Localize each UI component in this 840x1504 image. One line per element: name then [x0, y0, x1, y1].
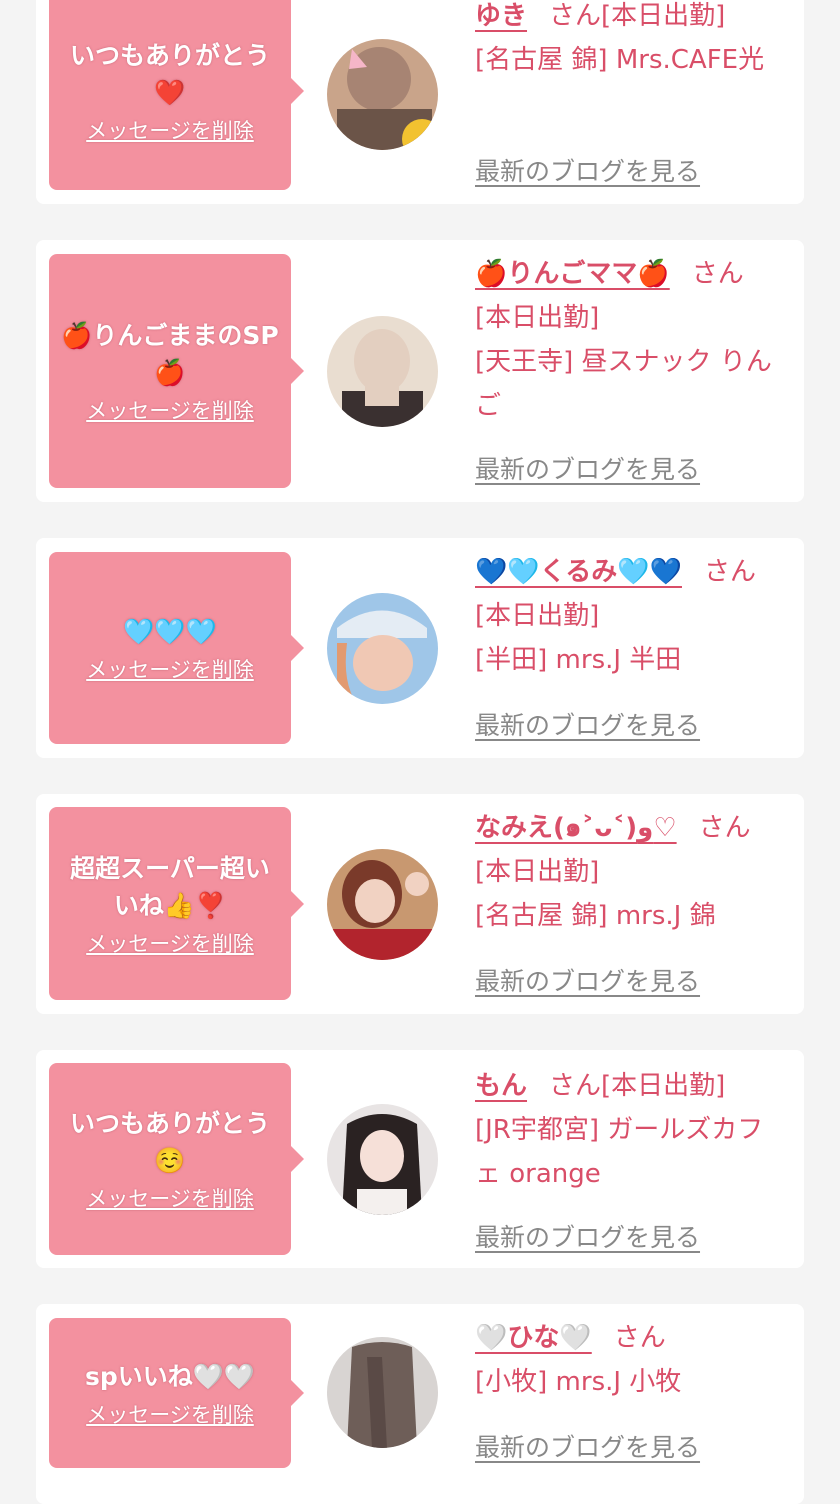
cast-name-link[interactable]: 🤍ひな🤍 [475, 1323, 592, 1353]
latest-blog-link[interactable]: 最新のブログを見る [475, 450, 700, 486]
honorific: さん [698, 813, 751, 843]
avatar-photo [327, 39, 438, 150]
honorific: さん [549, 1071, 602, 1101]
work-status: [本日出勤] [601, 1071, 726, 1101]
message-bubble: いつもありがとう☺️ メッセージを削除 [49, 1063, 304, 1255]
fan-card: spいいね🤍🤍 メッセージを削除 🤍ひな🤍 さん [小牧] mrs.J 小牧 最新… [36, 1304, 804, 1504]
message-bubble: 🍎りんごままのSP🍎 メッセージを削除 [49, 254, 304, 488]
honorific: さん [703, 557, 756, 587]
cast-name-link[interactable]: なみえ(๑˃ᴗ˂)ﻭ♡ [475, 813, 677, 843]
cast-info: なみえ(๑˃ᴗ˂)ﻭ♡ さん [本日出勤] [名古屋 錦] mrs.J 錦 [475, 806, 775, 938]
cast-info: 🍎りんごママ🍎 さん [本日出勤] [天王寺] 昼スナック りんご [475, 252, 775, 428]
avatar-photo [327, 1104, 438, 1215]
latest-blog-link[interactable]: 最新のブログを見る [475, 152, 700, 188]
avatar-photo [327, 316, 438, 427]
shop-name: [小牧] mrs.J 小牧 [475, 1367, 682, 1397]
message-text: spいいね🤍🤍 [84, 1361, 256, 1391]
avatar-photo [327, 593, 438, 704]
delete-message-link[interactable]: メッセージを削除 [86, 1185, 254, 1213]
latest-blog-link[interactable]: 最新のブログを見る [475, 1218, 700, 1254]
avatar[interactable] [327, 39, 438, 150]
avatar[interactable] [327, 1104, 438, 1215]
message-bubble: いつもありがとう❤️ メッセージを削除 [49, 0, 304, 190]
cast-info: ゆき さん[本日出勤] [名古屋 錦] Mrs.CAFE光 [475, 0, 775, 82]
message-text: 🍎りんごままのSP🍎 [61, 321, 279, 387]
shop-name: [名古屋 錦] mrs.J 錦 [475, 901, 716, 931]
cast-info: 💙🩵くるみ🩵💙 さん [本日出勤] [半田] mrs.J 半田 [475, 550, 775, 682]
avatar[interactable] [327, 593, 438, 704]
work-status: [本日出勤] [475, 303, 600, 333]
shop-name: [名古屋 錦] Mrs.CAFE光 [475, 45, 765, 75]
honorific: さん [613, 1323, 666, 1353]
cast-name-link[interactable]: 💙🩵くるみ🩵💙 [475, 557, 682, 587]
cast-name-link[interactable]: ゆき [475, 1, 527, 31]
message-text: いつもありがとう☺️ [69, 1109, 270, 1175]
delete-message-link[interactable]: メッセージを削除 [86, 117, 254, 145]
avatar-photo [327, 849, 438, 960]
delete-message-link[interactable]: メッセージを削除 [86, 1401, 254, 1429]
avatar-photo [327, 1337, 438, 1448]
fan-card: 🍎りんごままのSP🍎 メッセージを削除 🍎りんごママ🍎 さん [本日出勤] [天王… [36, 240, 804, 502]
delete-message-link[interactable]: メッセージを削除 [86, 930, 254, 958]
shop-name: [半田] mrs.J 半田 [475, 645, 682, 675]
avatar[interactable] [327, 1337, 438, 1448]
shop-name: [天王寺] 昼スナック りんご [475, 347, 772, 421]
cast-info: もん さん[本日出勤] [JR宇都宮] ガールズカフェ orange [475, 1064, 775, 1196]
cast-info: 🤍ひな🤍 さん [小牧] mrs.J 小牧 [475, 1316, 775, 1404]
message-bubble: spいいね🤍🤍 メッセージを削除 [49, 1318, 304, 1468]
shop-name: [JR宇都宮] ガールズカフェ orange [475, 1115, 764, 1189]
latest-blog-link[interactable]: 最新のブログを見る [475, 706, 700, 742]
cast-name-link[interactable]: 🍎りんごママ🍎 [475, 259, 670, 289]
work-status: [本日出勤] [601, 1, 726, 31]
honorific: さん [691, 259, 744, 289]
honorific: さん [549, 1, 602, 31]
avatar[interactable] [327, 316, 438, 427]
delete-message-link[interactable]: メッセージを削除 [86, 656, 254, 684]
work-status: [本日出勤] [475, 601, 600, 631]
fan-card: 超超スーパー超いいね👍❣️ メッセージを削除 なみえ(๑˃ᴗ˂)ﻭ♡ さん [本日… [36, 794, 804, 1014]
message-text: 🩵🩵🩵 [123, 616, 217, 646]
delete-message-link[interactable]: メッセージを削除 [86, 397, 254, 425]
avatar[interactable] [327, 849, 438, 960]
latest-blog-link[interactable]: 最新のブログを見る [475, 1428, 700, 1464]
message-text: いつもありがとう❤️ [69, 41, 270, 107]
message-text: 超超スーパー超いいね👍❣️ [70, 853, 270, 920]
message-bubble: 超超スーパー超いいね👍❣️ メッセージを削除 [49, 807, 304, 1000]
fan-card: いつもありがとう☺️ メッセージを削除 もん さん[本日出勤] [JR宇都宮] ガ… [36, 1050, 804, 1268]
fan-card: 🩵🩵🩵 メッセージを削除 💙🩵くるみ🩵💙 さん [本日出勤] [半田] mrs.J … [36, 538, 804, 758]
fan-card: いつもありがとう❤️ メッセージを削除 ゆき さん[本日出勤] [名古屋 錦] M… [36, 0, 804, 204]
work-status: [本日出勤] [475, 857, 600, 887]
latest-blog-link[interactable]: 最新のブログを見る [475, 962, 700, 998]
message-bubble: 🩵🩵🩵 メッセージを削除 [49, 552, 304, 744]
cast-name-link[interactable]: もん [475, 1071, 527, 1101]
